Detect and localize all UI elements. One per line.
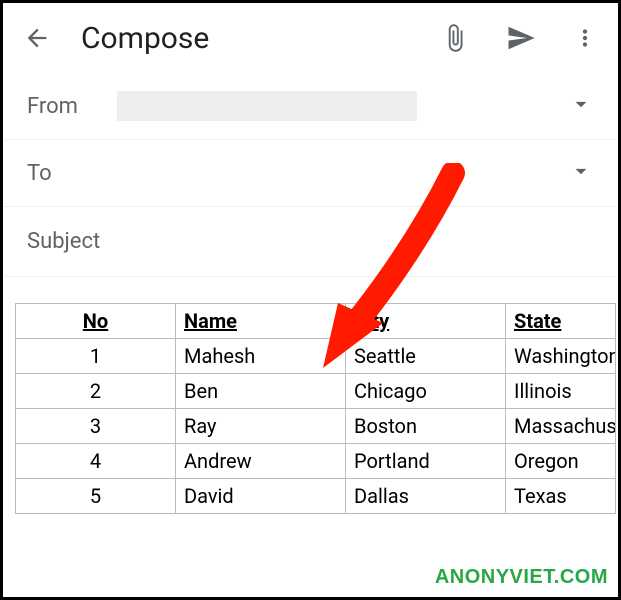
- attachment-icon[interactable]: [440, 23, 470, 53]
- cell-no: 3: [16, 409, 176, 444]
- more-menu-icon[interactable]: [572, 25, 598, 51]
- cell-city: Seattle: [346, 339, 506, 374]
- compose-header: Compose: [3, 3, 618, 73]
- table-row: 5 David Dallas Texas: [16, 479, 616, 514]
- cell-no: 5: [16, 479, 176, 514]
- table-row: 4 Andrew Portland Oregon: [16, 444, 616, 479]
- cell-state: Oregon: [506, 444, 616, 479]
- cell-state: Massachusetts: [506, 409, 616, 444]
- subject-field-row[interactable]: Subject: [3, 207, 618, 277]
- table-header-row: No Name City State: [16, 304, 616, 339]
- col-header-city: City: [346, 304, 506, 339]
- cell-state: Texas: [506, 479, 616, 514]
- from-field-row: From: [3, 73, 618, 140]
- cell-city: Boston: [346, 409, 506, 444]
- col-header-no: No: [16, 304, 176, 339]
- from-expand-chevron-icon[interactable]: [568, 91, 594, 121]
- watermark-text: ANONYVIET.COM: [435, 566, 608, 589]
- from-label: From: [27, 94, 117, 119]
- header-actions: [440, 23, 598, 53]
- cell-name: Ray: [176, 409, 346, 444]
- data-table: No Name City State 1 Mahesh Seattle Wash…: [15, 303, 616, 514]
- cell-city: Dallas: [346, 479, 506, 514]
- page-title: Compose: [81, 21, 440, 56]
- table-row: 3 Ray Boston Massachusetts: [16, 409, 616, 444]
- cell-no: 1: [16, 339, 176, 374]
- cell-name: Mahesh: [176, 339, 346, 374]
- subject-label: Subject: [27, 229, 594, 254]
- cell-state: Washington: [506, 339, 616, 374]
- table-row: 1 Mahesh Seattle Washington: [16, 339, 616, 374]
- to-expand-chevron-icon[interactable]: [568, 158, 594, 188]
- to-field-row: To: [3, 140, 618, 207]
- col-header-state: State: [506, 304, 616, 339]
- table-row: 2 Ben Chicago Illinois: [16, 374, 616, 409]
- from-value[interactable]: [117, 91, 568, 121]
- cell-city: Portland: [346, 444, 506, 479]
- cell-no: 2: [16, 374, 176, 409]
- to-label: To: [27, 161, 117, 186]
- from-email-redacted: [117, 91, 417, 121]
- send-icon[interactable]: [506, 23, 536, 53]
- compose-body[interactable]: No Name City State 1 Mahesh Seattle Wash…: [3, 277, 618, 514]
- cell-no: 4: [16, 444, 176, 479]
- col-header-name: Name: [176, 304, 346, 339]
- back-arrow-icon[interactable]: [23, 24, 51, 52]
- cell-name: Andrew: [176, 444, 346, 479]
- cell-name: David: [176, 479, 346, 514]
- cell-name: Ben: [176, 374, 346, 409]
- cell-city: Chicago: [346, 374, 506, 409]
- cell-state: Illinois: [506, 374, 616, 409]
